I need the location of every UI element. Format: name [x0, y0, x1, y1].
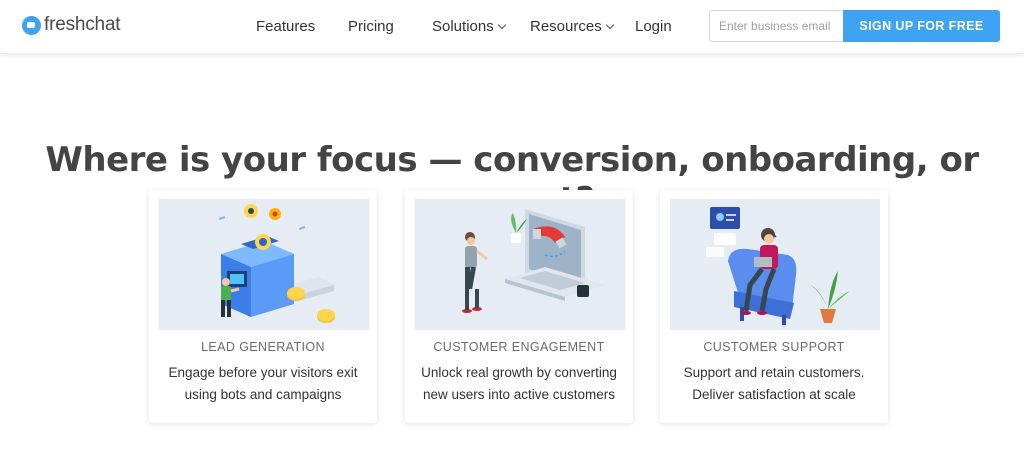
- logo-text: freshchat: [44, 14, 121, 35]
- nav-resources[interactable]: Resources: [530, 18, 614, 35]
- card-title: LEAD GENERATION: [201, 340, 325, 354]
- top-navbar: freshchat Features Pricing Solutions Res…: [0, 0, 1024, 54]
- nav-resources-label: Resources: [530, 18, 602, 35]
- lead-generation-machine-illustration: [159, 199, 369, 330]
- card-desc-line: Deliver satisfaction at scale: [692, 387, 856, 402]
- business-email-input[interactable]: [709, 10, 843, 42]
- nav-login-label: Login: [635, 18, 672, 35]
- customer-engagement-card[interactable]: CUSTOMER ENGAGEMENT Unlock real growth b…: [405, 190, 633, 423]
- nav-solutions-label: Solutions: [432, 18, 494, 35]
- signup-button[interactable]: SIGN UP FOR FREE: [843, 10, 1000, 42]
- card-title: CUSTOMER SUPPORT: [703, 340, 845, 354]
- card-desc-line: using bots and campaigns: [184, 387, 342, 402]
- card-description: Engage before your visitors exit using b…: [159, 362, 367, 406]
- nav-features[interactable]: Features: [256, 18, 315, 35]
- laptop-magnet-illustration: [415, 199, 625, 330]
- nav-pricing-label: Pricing: [348, 18, 394, 35]
- card-description: Unlock real growth by converting new use…: [415, 362, 623, 406]
- freshchat-logo-icon: [22, 15, 41, 35]
- nav-features-label: Features: [256, 18, 316, 35]
- card-description: Support and retain customers. Deliver sa…: [670, 362, 878, 406]
- lead-generation-card[interactable]: LEAD GENERATION Engage before your visit…: [149, 190, 377, 423]
- support-agent-chair-illustration: [670, 199, 880, 330]
- card-desc-line: Support and retain customers.: [683, 365, 865, 380]
- freshchat-logo[interactable]: freshchat: [22, 14, 121, 36]
- customer-support-card[interactable]: CUSTOMER SUPPORT Support and retain cust…: [660, 190, 888, 423]
- card-desc-line: new users into active customers: [422, 387, 616, 402]
- nav-login[interactable]: Login: [635, 18, 672, 35]
- nav-solutions[interactable]: Solutions: [432, 18, 506, 35]
- card-title: CUSTOMER ENGAGEMENT: [433, 340, 605, 354]
- chevron-down-icon: [605, 20, 614, 30]
- chevron-down-icon: [497, 20, 506, 30]
- nav-pricing[interactable]: Pricing: [348, 18, 394, 35]
- card-desc-line: Engage before your visitors exit: [168, 365, 358, 380]
- card-desc-line: Unlock real growth by converting: [421, 365, 617, 380]
